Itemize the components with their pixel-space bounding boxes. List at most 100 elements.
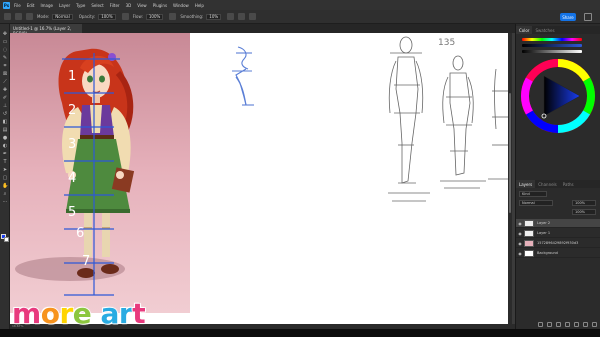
menu-view[interactable]: View [137, 3, 147, 8]
watermark-letter [91, 300, 100, 328]
type-icon[interactable]: T [2, 160, 8, 165]
vertical-scrollbar[interactable] [508, 33, 512, 324]
brush-settings-icon[interactable] [26, 13, 33, 20]
bottom-strip [0, 329, 600, 337]
mask-icon[interactable] [556, 321, 561, 327]
flow-field[interactable]: 100% [145, 13, 164, 20]
home-icon[interactable] [584, 13, 592, 21]
layer-fill-field[interactable]: 100% [572, 209, 596, 215]
menu-type[interactable]: Type [76, 3, 85, 8]
vertical-scroll-thumb[interactable] [509, 93, 511, 213]
share-button[interactable]: Share [560, 13, 576, 21]
layer-row[interactable]: ◉ Layer 1 [516, 229, 600, 238]
color-wheel[interactable] [520, 58, 596, 134]
tab-paths[interactable]: Paths [560, 180, 577, 188]
photoshop-window: Ps File Edit Image Layer Type Select Fil… [0, 0, 600, 337]
tab-color[interactable]: Color [516, 26, 533, 34]
brush-icon[interactable] [4, 13, 11, 20]
height-number-5: 5 [68, 205, 76, 220]
menu-plugins[interactable]: Plugins [153, 3, 167, 8]
layer-opacity-field[interactable]: 100% [572, 200, 596, 206]
saturation-slider[interactable] [522, 44, 582, 47]
smoothing-field[interactable]: 10% [206, 13, 222, 20]
dodge-icon[interactable]: ◐ [2, 144, 8, 149]
airbrush-icon[interactable] [169, 13, 177, 20]
menu-edit[interactable]: Edit [27, 3, 35, 8]
shape-icon[interactable]: ▢ [2, 176, 8, 181]
right-panels: Color Swatches Layers Channels Paths Kin… [515, 24, 600, 329]
opacity-label: Opacity: [78, 14, 96, 19]
frame-icon[interactable]: ⊠ [2, 72, 8, 77]
fx-icon[interactable] [547, 321, 552, 327]
path-select-icon[interactable]: ➤ [2, 168, 8, 173]
menu-select[interactable]: Select [91, 3, 103, 8]
link-icon[interactable] [538, 321, 543, 327]
menu-3d[interactable]: 3D [126, 3, 132, 8]
hand-icon[interactable]: ✋ [2, 184, 8, 189]
tab-swatches[interactable]: Swatches [532, 26, 557, 34]
menu-window[interactable]: Window [173, 3, 189, 8]
hue-slider[interactable] [522, 38, 582, 41]
watermark-letter: r [59, 297, 74, 330]
layer-thumbnail [524, 229, 534, 237]
crop-icon[interactable]: ⌗ [2, 64, 8, 69]
mode-select[interactable]: Normal [52, 13, 73, 20]
more-art-watermark: more art [11, 297, 146, 330]
brightness-slider[interactable] [522, 50, 582, 53]
more-tools-icon[interactable]: ⋯ [2, 200, 8, 205]
mode-label: Mode: [37, 14, 50, 19]
lasso-icon[interactable]: ◌ [2, 48, 8, 53]
gradient-icon[interactable]: ▤ [2, 128, 8, 133]
adjustment-icon[interactable] [565, 321, 570, 327]
height-number-7: 7 [82, 254, 90, 269]
folder-icon[interactable] [574, 321, 579, 327]
blend-mode-select[interactable]: Normal [519, 200, 553, 206]
blur-icon[interactable]: ● [2, 136, 8, 141]
move-icon[interactable]: ✥ [2, 32, 8, 37]
document-canvas[interactable]: 1 2 3 4 5 6 7 135 [10, 33, 508, 324]
pressure-opacity-icon[interactable] [121, 13, 129, 20]
visibility-eye-icon[interactable]: ◉ [516, 221, 524, 226]
background-color-swatch[interactable] [4, 237, 9, 242]
layer-thumbnail [524, 219, 534, 227]
layer-name: Layer 1 [537, 231, 551, 235]
tab-channels[interactable]: Channels [535, 180, 560, 188]
trash-icon[interactable] [592, 321, 597, 327]
document-tab[interactable]: Untitled-1 @ 16.7% (Layer 2, RGB/8) [10, 24, 82, 36]
layer-row[interactable]: ◉ Background [516, 249, 600, 258]
healing-icon[interactable]: ✚ [2, 88, 8, 93]
symmetry-icon[interactable] [249, 13, 257, 20]
menu-image[interactable]: Image [40, 3, 53, 8]
stamp-icon[interactable]: ⊥ [2, 104, 8, 109]
layer-row[interactable]: ◉ 1572896429892f930d3 [516, 239, 600, 248]
visibility-eye-icon[interactable]: ◉ [516, 251, 524, 256]
tab-layers[interactable]: Layers [516, 180, 536, 188]
angle-icon[interactable] [238, 13, 246, 20]
eyedropper-icon[interactable]: ⟋ [2, 80, 8, 85]
visibility-eye-icon[interactable]: ◉ [516, 241, 524, 246]
new-layer-icon[interactable] [583, 321, 588, 327]
layers-panel-tabs: Layers Channels Paths [516, 180, 600, 188]
marquee-icon[interactable]: ▭ [2, 40, 8, 45]
brush-preset-icon[interactable] [15, 13, 22, 20]
menu-layer[interactable]: Layer [59, 3, 70, 8]
menu-file[interactable]: File [14, 3, 21, 8]
visibility-eye-icon[interactable]: ◉ [516, 231, 524, 236]
layer-kind-filter[interactable]: Kind [519, 191, 547, 197]
watermark-letter: o [40, 297, 61, 330]
pen-icon[interactable]: ✒ [2, 152, 8, 157]
brush-tool-icon[interactable]: ✐ [2, 96, 8, 101]
sketch-number: 135 [438, 38, 455, 48]
opacity-field[interactable]: 100% [98, 13, 116, 20]
smoothing-options-icon[interactable] [227, 13, 235, 20]
menu-help[interactable]: Help [195, 3, 204, 8]
artwork: 1 2 3 4 5 6 7 135 [10, 33, 508, 313]
layer-row[interactable]: ◉ Layer 2 [516, 219, 600, 228]
eraser-icon[interactable]: ◧ [2, 120, 8, 125]
quick-select-icon[interactable]: ✎ [2, 56, 8, 61]
zoom-icon[interactable]: ⌕ [2, 192, 8, 197]
watermark-letter: a [100, 297, 120, 330]
menu-filter[interactable]: Filter [110, 3, 120, 8]
history-brush-icon[interactable]: ↺ [2, 112, 8, 117]
watermark-letter: r [118, 297, 133, 330]
